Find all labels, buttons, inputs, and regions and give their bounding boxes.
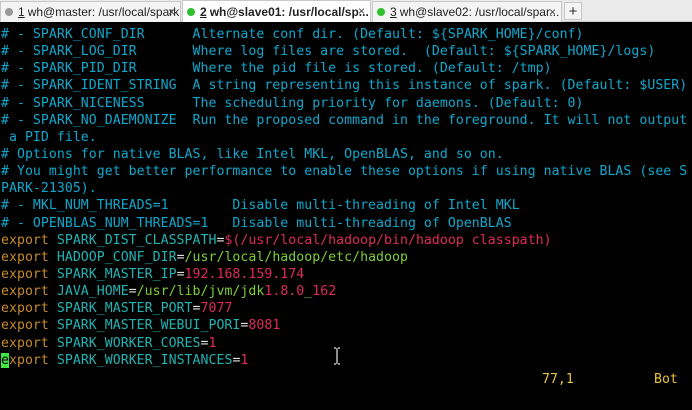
terminal-token: 1 [240, 352, 249, 368]
terminal-token: # - OPENBLAS_NUM_THREADS=1 Disable multi… [1, 215, 512, 231]
terminal-token: # - SPARK_NICENESS The scheduling priori… [1, 95, 584, 111]
terminal-token: HADOOP_CONF_DIR [56, 249, 177, 265]
cursor-block: e [1, 352, 9, 368]
scroll-position: Bot [654, 372, 678, 387]
terminal-token: $(/usr/local/hadoop/bin/hadoop classpath… [224, 232, 552, 248]
terminal-token: export [1, 284, 57, 300]
terminal-token: # - SPARK_NO_DAEMONIZE Run the proposed … [1, 112, 688, 128]
terminal-token: SPARK_MASTER_IP [56, 266, 177, 282]
terminal-token: # - SPARK_PID_DIR Where the pid file is … [1, 61, 552, 77]
close-icon[interactable]: × [549, 5, 556, 19]
terminal-token: 7077 [200, 301, 233, 317]
terminal-token: export [1, 301, 57, 317]
tab-number: 2 [200, 5, 207, 19]
close-icon[interactable]: × [358, 4, 365, 18]
terminal-token: /usr/lib/jvm/jdk [136, 284, 265, 300]
terminal-token: # - SPARK_CONF_DIR Alternate conf dir. (… [1, 27, 584, 42]
terminal-line: export SPARK_MASTER_WEBUI_PORI=8081 [1, 317, 687, 334]
terminal-token: a PID file. [1, 129, 97, 145]
status-dot-icon [187, 8, 195, 16]
terminal-token: export [1, 249, 57, 265]
terminal-token: # You might get better performance to en… [1, 164, 688, 180]
terminal-token: export [1, 318, 57, 334]
tab-master[interactable]: 1 wh@master: /usr/local/spark × [0, 1, 181, 22]
terminal-token: /usr/local/hadoop/etc/hadoop [184, 249, 408, 265]
terminal-line: # - SPARK_IDENT_STRING A string represen… [1, 77, 687, 94]
terminal-token: = [176, 249, 185, 265]
terminal-line: a PID file. [1, 129, 687, 146]
terminal-line: export SPARK_MASTER_IP=192.168.159.174 [1, 266, 687, 283]
status-dot-icon [377, 8, 385, 16]
terminal-token: xport [8, 352, 57, 368]
terminal-line: # You might get better performance to en… [1, 163, 687, 180]
terminal-token: SPARK_MASTER_PORT [56, 301, 193, 317]
tab-slave02[interactable]: 3 wh@slave02: /usr/local/spar... × [372, 1, 562, 22]
terminal-line: export HADOOP_CONF_DIR=/usr/local/hadoop… [1, 249, 687, 266]
terminal-token: = [192, 301, 201, 317]
terminal-line: export SPARK_DIST_CLASSPATH=$(/usr/local… [1, 232, 687, 249]
terminal-line: export SPARK_MASTER_PORT=7077 [1, 300, 687, 317]
close-icon[interactable]: × [168, 5, 175, 19]
terminal-pane[interactable]: # - SPARK_CONF_DIR Alternate conf dir. (… [0, 22, 692, 410]
terminal-token: SPARK_DIST_CLASSPATH [56, 232, 217, 248]
tab-label: wh@slave02: /usr/local/spar... [399, 5, 560, 19]
terminal-line: # - SPARK_NO_DAEMONIZE Run the proposed … [1, 112, 687, 129]
terminal-line: PARK-21305). [1, 180, 687, 197]
terminal-token: export [1, 335, 57, 351]
terminal-token: 1 [208, 335, 217, 351]
terminal-line: # - SPARK_CONF_DIR Alternate conf dir. (… [1, 26, 687, 43]
tab-slave01[interactable]: 2 wh@slave01: /usr/local/sp... × [182, 0, 371, 23]
tab-label: wh@slave01: /usr/local/sp... [209, 5, 369, 19]
terminal-token: = [128, 284, 137, 300]
terminal-token: 8081 [248, 318, 281, 334]
terminal-token: export [1, 266, 57, 282]
terminal-line: # - OPENBLAS_NUM_THREADS=1 Disable multi… [1, 215, 687, 232]
tab-label: wh@master: /usr/local/spark [27, 5, 180, 19]
terminal-token: # - SPARK_IDENT_STRING A string represen… [1, 78, 688, 94]
terminal-line: # Options for native BLAS, like Intel MK… [1, 146, 687, 163]
terminal-token: PARK-21305). [1, 181, 97, 197]
terminal-token: = [176, 266, 185, 282]
tab-bar: 1 wh@master: /usr/local/spark × 2 wh@sla… [0, 0, 692, 23]
terminal-token: JAVA_HOME [56, 284, 129, 300]
terminal-line: # - SPARK_PID_DIR Where the pid file is … [1, 60, 687, 77]
terminal-line: export JAVA_HOME=/usr/lib/jvm/jdk1.8.0_1… [1, 283, 687, 300]
terminal-token: # - SPARK_LOG_DIR Where log files are st… [1, 44, 656, 60]
terminal-token: # - MKL_NUM_THREADS=1 Disable multi-thre… [1, 198, 520, 214]
new-tab-button[interactable]: + [564, 2, 582, 20]
terminal-token: # Options for native BLAS, like Intel MK… [1, 146, 504, 162]
terminal-line: export SPARK_WORKER_CORES=1 [1, 335, 687, 352]
terminal-token: 192.168.159.174 [184, 266, 305, 282]
terminal-token: export [1, 232, 57, 248]
terminal-token: SPARK_WORKER_INSTANCES [56, 352, 233, 368]
tab-number: 1 [18, 5, 25, 19]
status-dot-icon [5, 8, 13, 16]
terminal-token: SPARK_WORKER_CORES [56, 335, 201, 351]
terminal-line: # - MKL_NUM_THREADS=1 Disable multi-thre… [1, 197, 687, 214]
cursor-position: 77,1 [542, 372, 574, 387]
terminal-line: # - SPARK_LOG_DIR Where log files are st… [1, 43, 687, 60]
text-cursor-icon [334, 347, 340, 365]
tab-number: 3 [390, 5, 397, 19]
terminal-line: # - SPARK_NICENESS The scheduling priori… [1, 95, 687, 112]
terminal-text: # - SPARK_CONF_DIR Alternate conf dir. (… [1, 26, 687, 369]
terminal-token: 162 [312, 284, 337, 300]
terminal-token: SPARK_MASTER_WEBUI_PORI [56, 318, 241, 334]
terminal-line: export SPARK_WORKER_INSTANCES=1 [1, 352, 687, 369]
terminal-token: 1.8.0 [264, 284, 305, 300]
